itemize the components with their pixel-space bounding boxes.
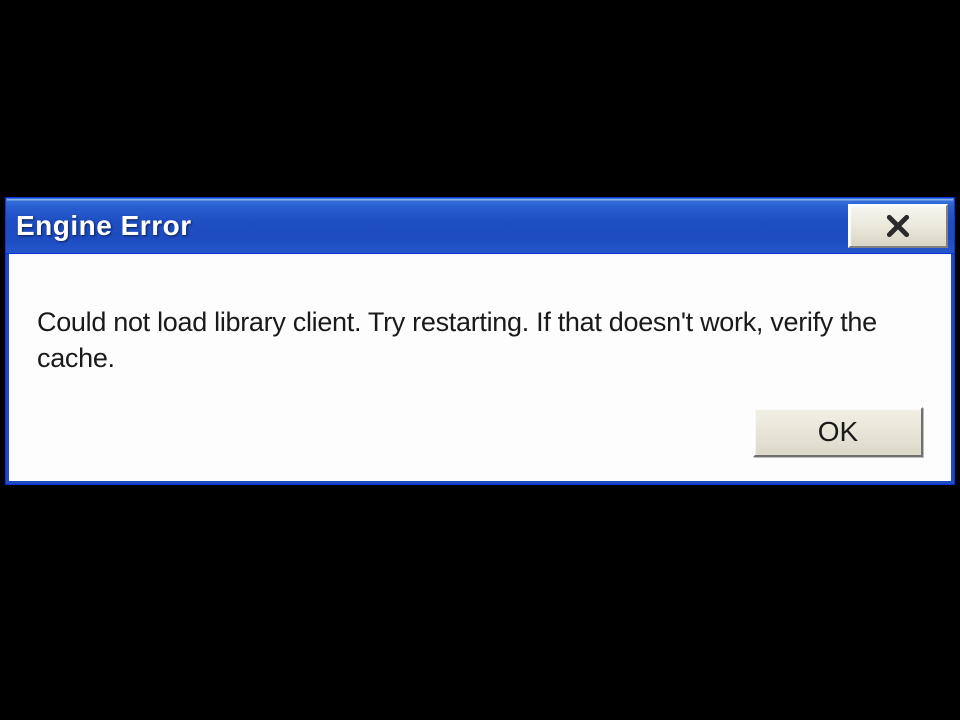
dialog-title: Engine Error — [16, 210, 192, 242]
dialog-body: Could not load library client. Try resta… — [6, 254, 954, 484]
button-row: OK — [37, 407, 923, 457]
close-icon — [885, 213, 911, 239]
error-dialog: Engine Error Could not load library clie… — [5, 197, 955, 485]
close-button[interactable] — [848, 204, 948, 248]
error-message: Could not load library client. Try resta… — [37, 304, 923, 377]
titlebar[interactable]: Engine Error — [6, 198, 954, 254]
ok-button[interactable]: OK — [753, 407, 923, 457]
